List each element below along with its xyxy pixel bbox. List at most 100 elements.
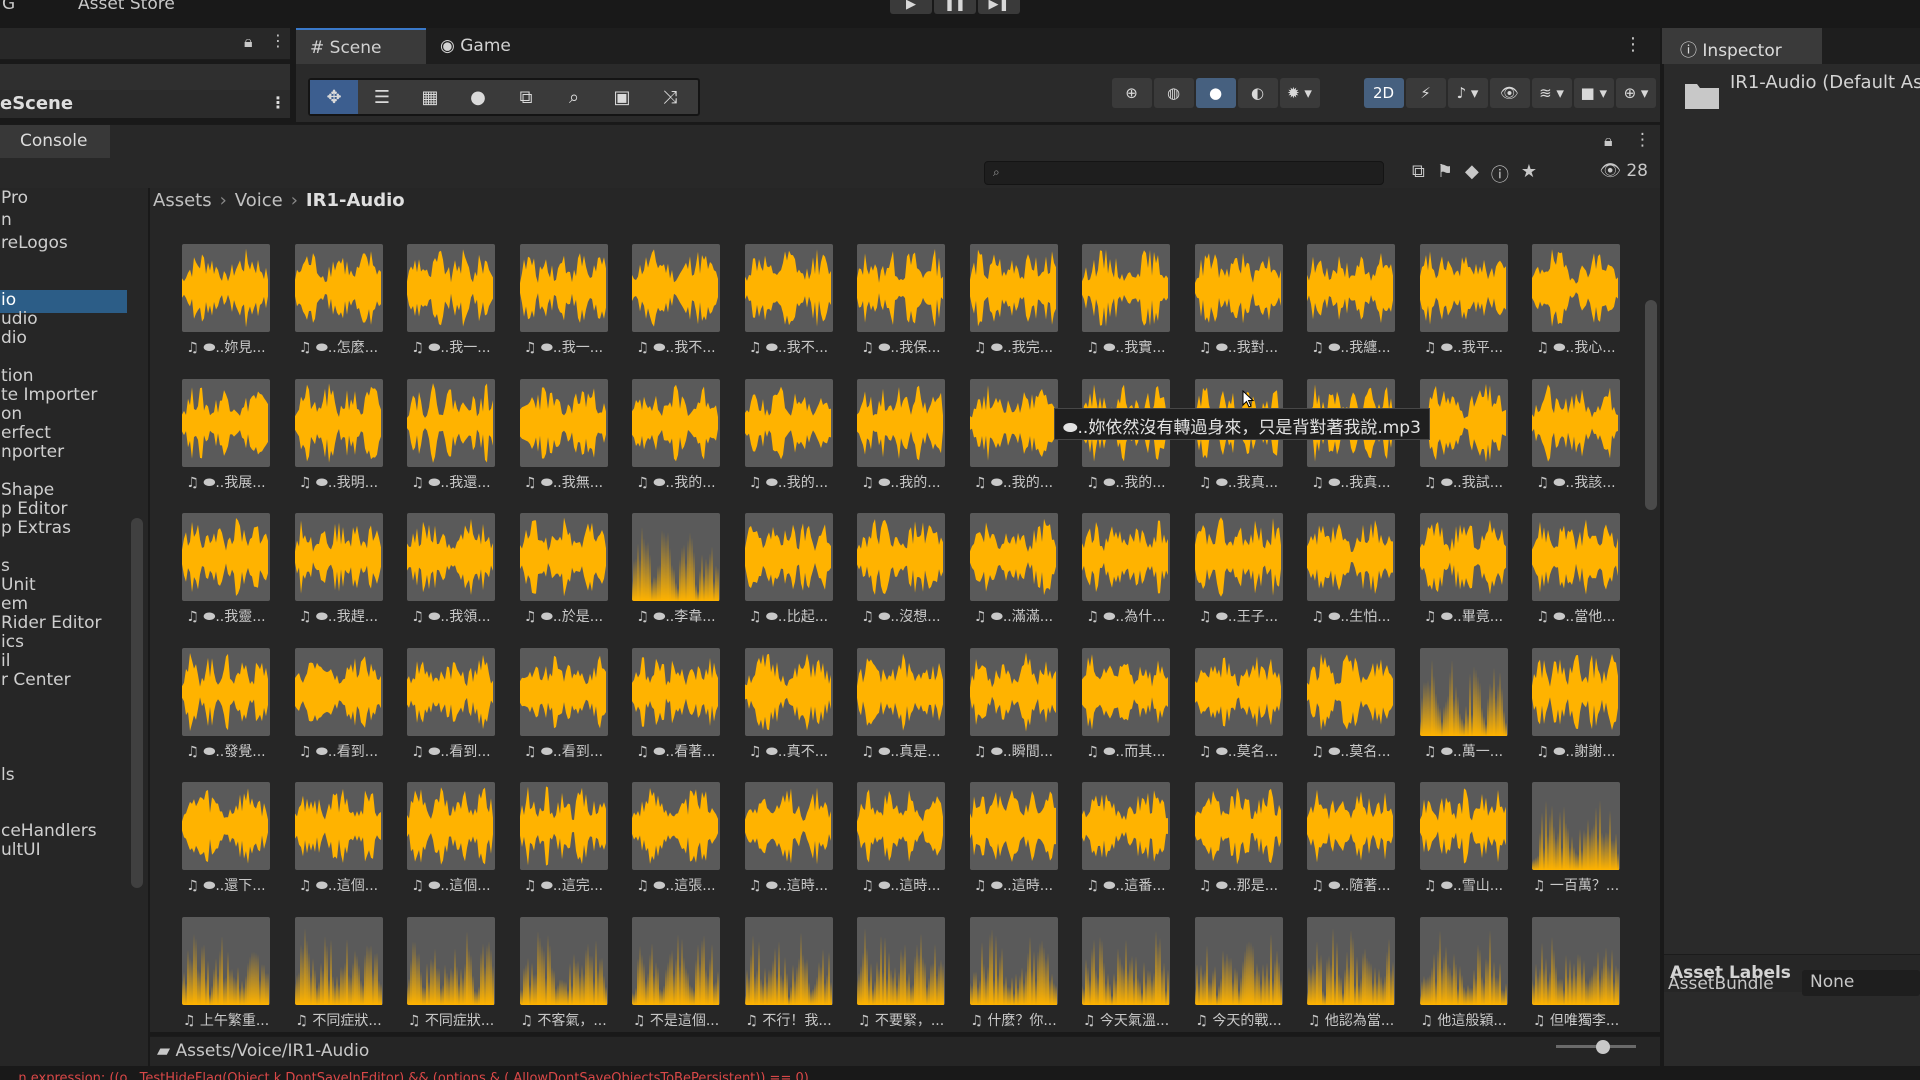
audio-asset-tile[interactable]: ♫ ⬬..這時... — [734, 776, 844, 908]
sphere-icon[interactable]: ◍ — [1153, 78, 1194, 108]
audio-asset-tile[interactable]: ♫ ⬬..我該... — [1521, 373, 1631, 505]
audio-asset-tile[interactable]: ♫ ⬬..於是... — [509, 507, 619, 639]
audio-asset-tile[interactable]: ♫ ⬬..我趕... — [284, 507, 394, 639]
audio-asset-tile[interactable]: ♫ 什麼？你... — [959, 911, 1069, 1033]
filter-type-icon[interactable]: ⚑ — [1437, 161, 1453, 187]
audio-asset-tile[interactable]: ♫ ⬬..萬一... — [1409, 642, 1519, 774]
audio-asset-tile[interactable]: ♫ ⬬..而其... — [1071, 642, 1181, 774]
audio-asset-tile[interactable]: ♫ ⬬..我展... — [171, 373, 281, 505]
audio-asset-tile[interactable]: ♫ ⬬..那是... — [1184, 776, 1294, 908]
audio-asset-tile[interactable]: ♫ ⬬..我的... — [846, 373, 956, 505]
audio-asset-tile[interactable]: ♫ ⬬..我完... — [959, 238, 1069, 370]
audio-asset-tile[interactable]: ♫ ⬬..李韋... — [621, 507, 731, 639]
hierarchy-search[interactable] — [0, 64, 290, 90]
audio-asset-tile[interactable]: ♫ 不同症狀... — [284, 911, 394, 1033]
audio-asset-tile[interactable]: ♫ ⬬..我明... — [284, 373, 394, 505]
audio-asset-tile[interactable]: ♫ ⬬..我纏... — [1296, 238, 1406, 370]
breadcrumb-voice[interactable]: Voice — [235, 190, 283, 211]
breadcrumb-current[interactable]: IR1-Audio — [306, 190, 405, 211]
tree-folder-item[interactable]: p Extras — [0, 518, 127, 541]
audio-asset-tile[interactable]: ♫ ⬬..我心... — [1521, 238, 1631, 370]
audio-asset-tile[interactable]: ♫ ⬬..看到... — [509, 642, 619, 774]
audio-asset-tile[interactable]: ♫ 不同症狀... — [396, 911, 506, 1033]
audio-asset-tile[interactable]: ♫ ⬬..隨著... — [1296, 776, 1406, 908]
project-search-input[interactable]: ⌕ — [984, 161, 1384, 185]
tree-scrollbar-thumb[interactable] — [131, 518, 143, 888]
audio-asset-tile[interactable]: ♫ ⬬..看到... — [284, 642, 394, 774]
audio-asset-tile[interactable]: ♫ ⬬..我領... — [396, 507, 506, 639]
audio-asset-tile[interactable]: ♫ ⬬..我靈... — [171, 507, 281, 639]
audio-asset-tile[interactable]: ♫ ⬬..我的... — [621, 373, 731, 505]
wireframe-icon[interactable]: ◐ — [1237, 78, 1278, 108]
tab-scene[interactable]: # Scene — [296, 28, 426, 64]
audio-asset-tile[interactable]: ♫ ⬬..當他... — [1521, 507, 1631, 639]
audio-asset-tile[interactable]: ♫ ⬬..雪山... — [1409, 776, 1519, 908]
play-button[interactable]: ▶ — [890, 0, 932, 14]
tree-folder-item[interactable]: dio — [0, 328, 127, 351]
audio-asset-tile[interactable]: ♫ ⬬..怎麼... — [284, 238, 394, 370]
circle-tool-icon[interactable]: ● — [454, 80, 502, 114]
scene-root-item[interactable]: eScene ⋮ — [0, 90, 290, 118]
audio-asset-tile[interactable]: ♫ 上午繁重... — [171, 911, 281, 1033]
audio-asset-tile[interactable]: ♫ ⬬..莫名... — [1296, 642, 1406, 774]
audio-asset-tile[interactable]: ♫ ⬬..真不... — [734, 642, 844, 774]
audio-asset-tile[interactable]: ♫ ⬬..我不... — [621, 238, 731, 370]
layers-icon[interactable]: ≋ ▾ — [1531, 78, 1572, 108]
tree-folder-item[interactable]: ls — [0, 765, 127, 788]
audio-asset-tile[interactable]: ♫ ⬬..還下... — [171, 776, 281, 908]
audio-asset-tile[interactable]: ♫ 今天的戰... — [1184, 911, 1294, 1033]
audio-asset-tile[interactable]: ♫ ⬬..莫名... — [1184, 642, 1294, 774]
audio-asset-tile[interactable]: ♫ ⬬..比起... — [734, 507, 844, 639]
audio-asset-tile[interactable]: ♫ ⬬..我平... — [1409, 238, 1519, 370]
scene-menu-icon[interactable]: ⋮ — [270, 93, 286, 112]
audio-asset-tile[interactable]: ♫ ⬬..我實... — [1071, 238, 1181, 370]
audio-asset-tile[interactable]: ♫ ⬬..這時... — [959, 776, 1069, 908]
audio-asset-tile[interactable]: ♫ ⬬..為什... — [1071, 507, 1181, 639]
audio-asset-tile[interactable]: ♫ ⬬..發覺... — [171, 642, 281, 774]
audio-asset-tile[interactable]: ♫ ⬬..這時... — [846, 776, 956, 908]
audio-asset-tile[interactable]: ♫ ⬬..我一... — [509, 238, 619, 370]
audio-asset-tile[interactable]: ♫ 不客氣，... — [509, 911, 619, 1033]
scene-more-icon[interactable]: ⋮ — [1624, 34, 1642, 55]
tree-folder-item[interactable]: Pro — [0, 188, 127, 211]
layers-tool-icon[interactable]: ⧉ — [502, 80, 550, 114]
tab-inspector[interactable]: ⓘ Inspector — [1662, 28, 1822, 64]
audio-asset-tile[interactable]: ♫ ⬬..我一... — [396, 238, 506, 370]
audio-asset-tile[interactable]: ♫ ⬬..我的... — [959, 373, 1069, 505]
audio-asset-tile[interactable]: ♫ 他認為當... — [1296, 911, 1406, 1033]
audio-asset-tile[interactable]: ♫ 一百萬？... — [1521, 776, 1631, 908]
globe-icon[interactable]: ⊕ — [1111, 78, 1152, 108]
status-error[interactable]: ...n expression: ((o.. TestHideFlag(Obje… — [0, 1066, 1920, 1080]
pause-button[interactable]: ❚❚ — [934, 0, 976, 14]
tilemap-tool-icon[interactable]: ▦ — [406, 80, 454, 114]
step-button[interactable]: ▶❚ — [978, 0, 1020, 14]
gizmos-icon[interactable]: ⊕ ▾ — [1616, 78, 1656, 108]
audio-asset-tile[interactable]: ♫ 不行！我... — [734, 911, 844, 1033]
audio-asset-tile[interactable]: ♫ ⬬..我保... — [846, 238, 956, 370]
camera-icon[interactable]: ■ ▾ — [1573, 78, 1614, 108]
audio-asset-tile[interactable]: ♫ ⬬..我還... — [396, 373, 506, 505]
tab-console[interactable]: Console — [0, 125, 110, 159]
account-menu[interactable]: G — [2, 0, 15, 14]
audio-asset-tile[interactable]: ♫ 不是這個... — [621, 911, 731, 1033]
audio-asset-tile[interactable]: ♫ ⬬..看著... — [621, 642, 731, 774]
audio-asset-tile[interactable]: ♫ ⬬..我不... — [734, 238, 844, 370]
audio-asset-tile[interactable]: ♫ ⬬..生怕... — [1296, 507, 1406, 639]
lighting-icon[interactable]: ⚡︎ — [1405, 78, 1446, 108]
audio-asset-tile[interactable]: ♫ 但唯獨李... — [1521, 911, 1631, 1033]
audio-asset-tile[interactable]: ♫ ⬬..這完... — [509, 776, 619, 908]
mode-2d-button[interactable]: 2D — [1363, 78, 1404, 108]
favorite-icon[interactable]: ★ — [1521, 161, 1537, 187]
audio-asset-tile[interactable]: ♫ ⬬..滿滿... — [959, 507, 1069, 639]
audio-asset-tile[interactable]: ♫ ⬬..這個... — [396, 776, 506, 908]
save-search-icon[interactable]: ⧉ — [1412, 161, 1425, 187]
more-menu-icon[interactable]: ⋮ — [270, 31, 286, 50]
tree-folder-item[interactable]: r Center — [0, 670, 127, 693]
asset-store-menu[interactable]: Asset Store — [78, 0, 175, 14]
tree-folder-item[interactable]: nporter — [0, 442, 127, 465]
lock-icon[interactable]: 🔒︎ — [244, 32, 253, 52]
visibility-icon[interactable]: 👁︎ — [1489, 78, 1530, 108]
zoom-tool-icon[interactable]: ⌕ — [550, 80, 598, 114]
effects-icon[interactable]: ✹ ▾ — [1279, 78, 1320, 108]
audio-asset-tile[interactable]: ♫ 今天氣溫... — [1071, 911, 1181, 1033]
